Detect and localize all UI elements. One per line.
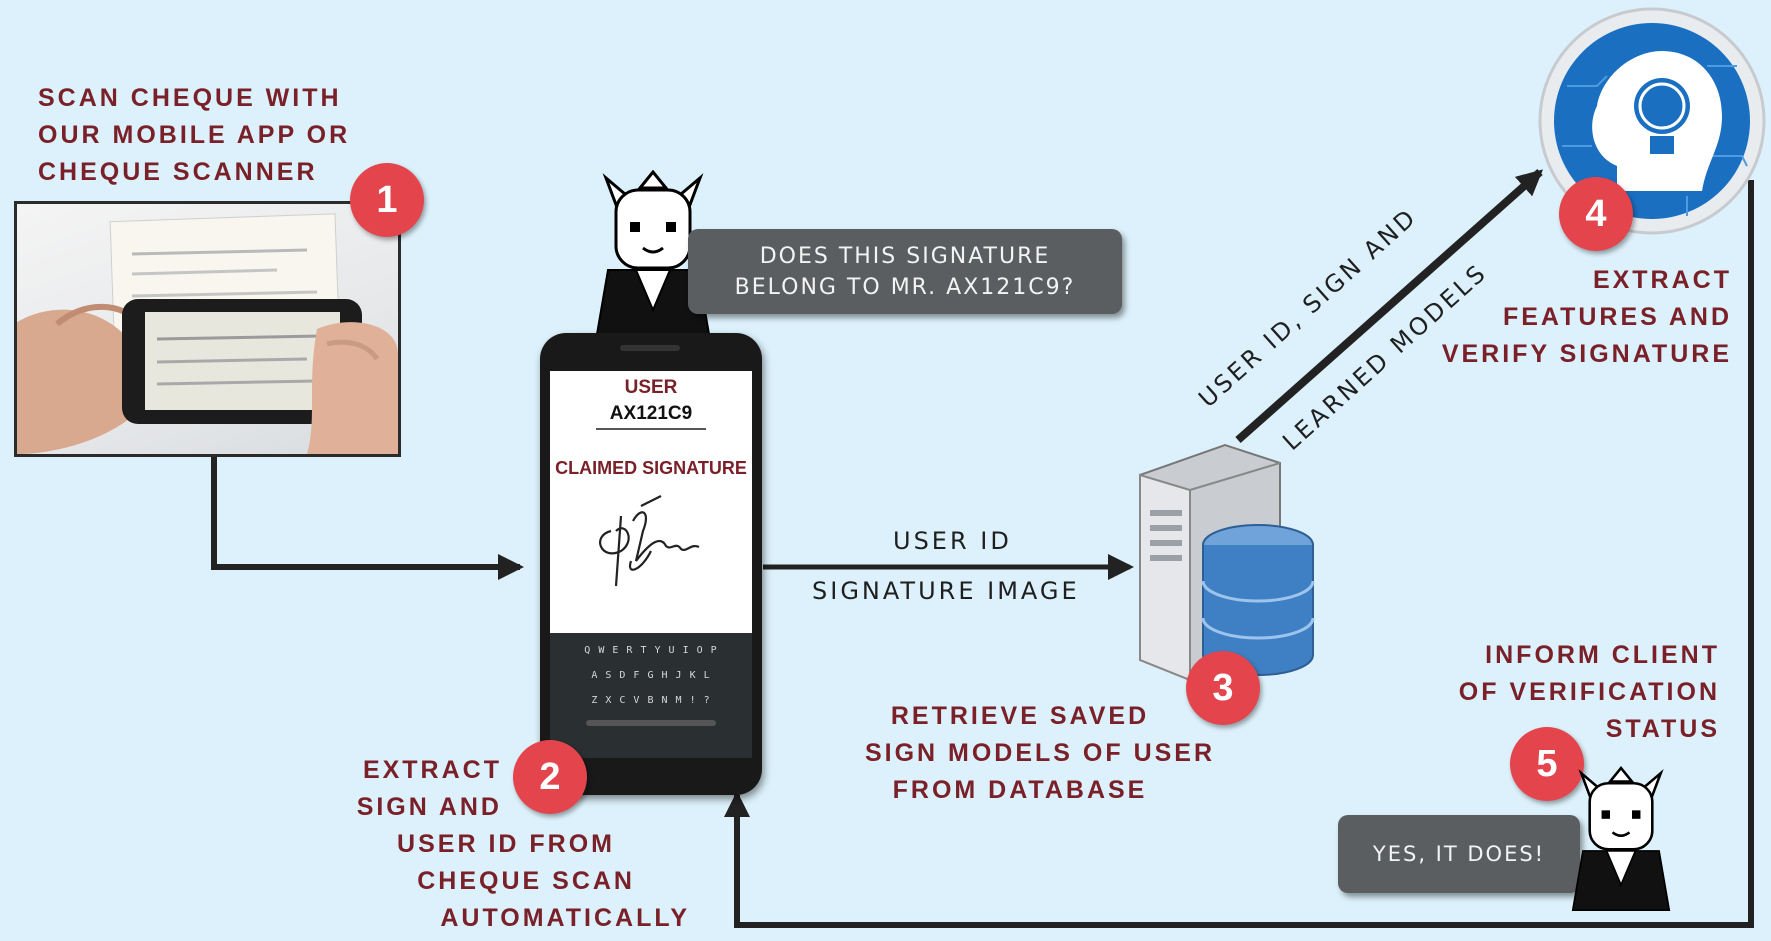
phone-screen: USER AX121C9 CLAIMED SIGNATURE — [550, 371, 752, 633]
step2-text: EXTRACT SIGN AND USER ID FROM CHEQUE SCA… — [356, 756, 690, 932]
arrow-scan-to-phone — [211, 457, 524, 580]
step1-badge: 1 — [350, 163, 424, 237]
step4-text: EXTRACT FEATURES AND VERIFY SIGNATURE — [1441, 266, 1732, 368]
user-id: AX121C9 — [595, 403, 707, 430]
question-line-2: BELONG TO MR. AX121C9? — [734, 274, 1076, 300]
goat-mascot-answer — [1571, 766, 1671, 912]
step2-badge: 2 — [513, 740, 587, 814]
answer-bubble: YES, IT DOES! — [1338, 815, 1580, 893]
user-label: USER — [624, 377, 678, 398]
step4-badge: 4 — [1559, 177, 1633, 251]
step1-text: SCAN CHEQUE WITH OUR MOBILE APP OR CHEQU… — [38, 84, 351, 186]
label-user-id: USER ID — [893, 527, 1012, 555]
phone-keyboard: Q W E R T Y U I O P A S D F G H J K L Z … — [550, 633, 752, 758]
question-line-1: DOES THIS SIGNATURE — [759, 243, 1051, 269]
phone-speaker — [620, 345, 680, 351]
claimed-signature-label: CLAIMED SIGNATURE — [555, 458, 747, 478]
question-bubble: DOES THIS SIGNATURE BELONG TO MR. AX121C… — [688, 229, 1122, 314]
cheque-scan-photo — [14, 201, 401, 457]
smartphone: USER AX121C9 CLAIMED SIGNATURE Q W E R T… — [540, 333, 762, 795]
server-database-icon — [1139, 443, 1315, 682]
label-signature-image: SIGNATURE IMAGE — [812, 577, 1080, 605]
step3-text: RETRIEVE SAVED SIGN MODELS OF USER FROM … — [864, 702, 1216, 804]
signature-image — [599, 495, 700, 587]
